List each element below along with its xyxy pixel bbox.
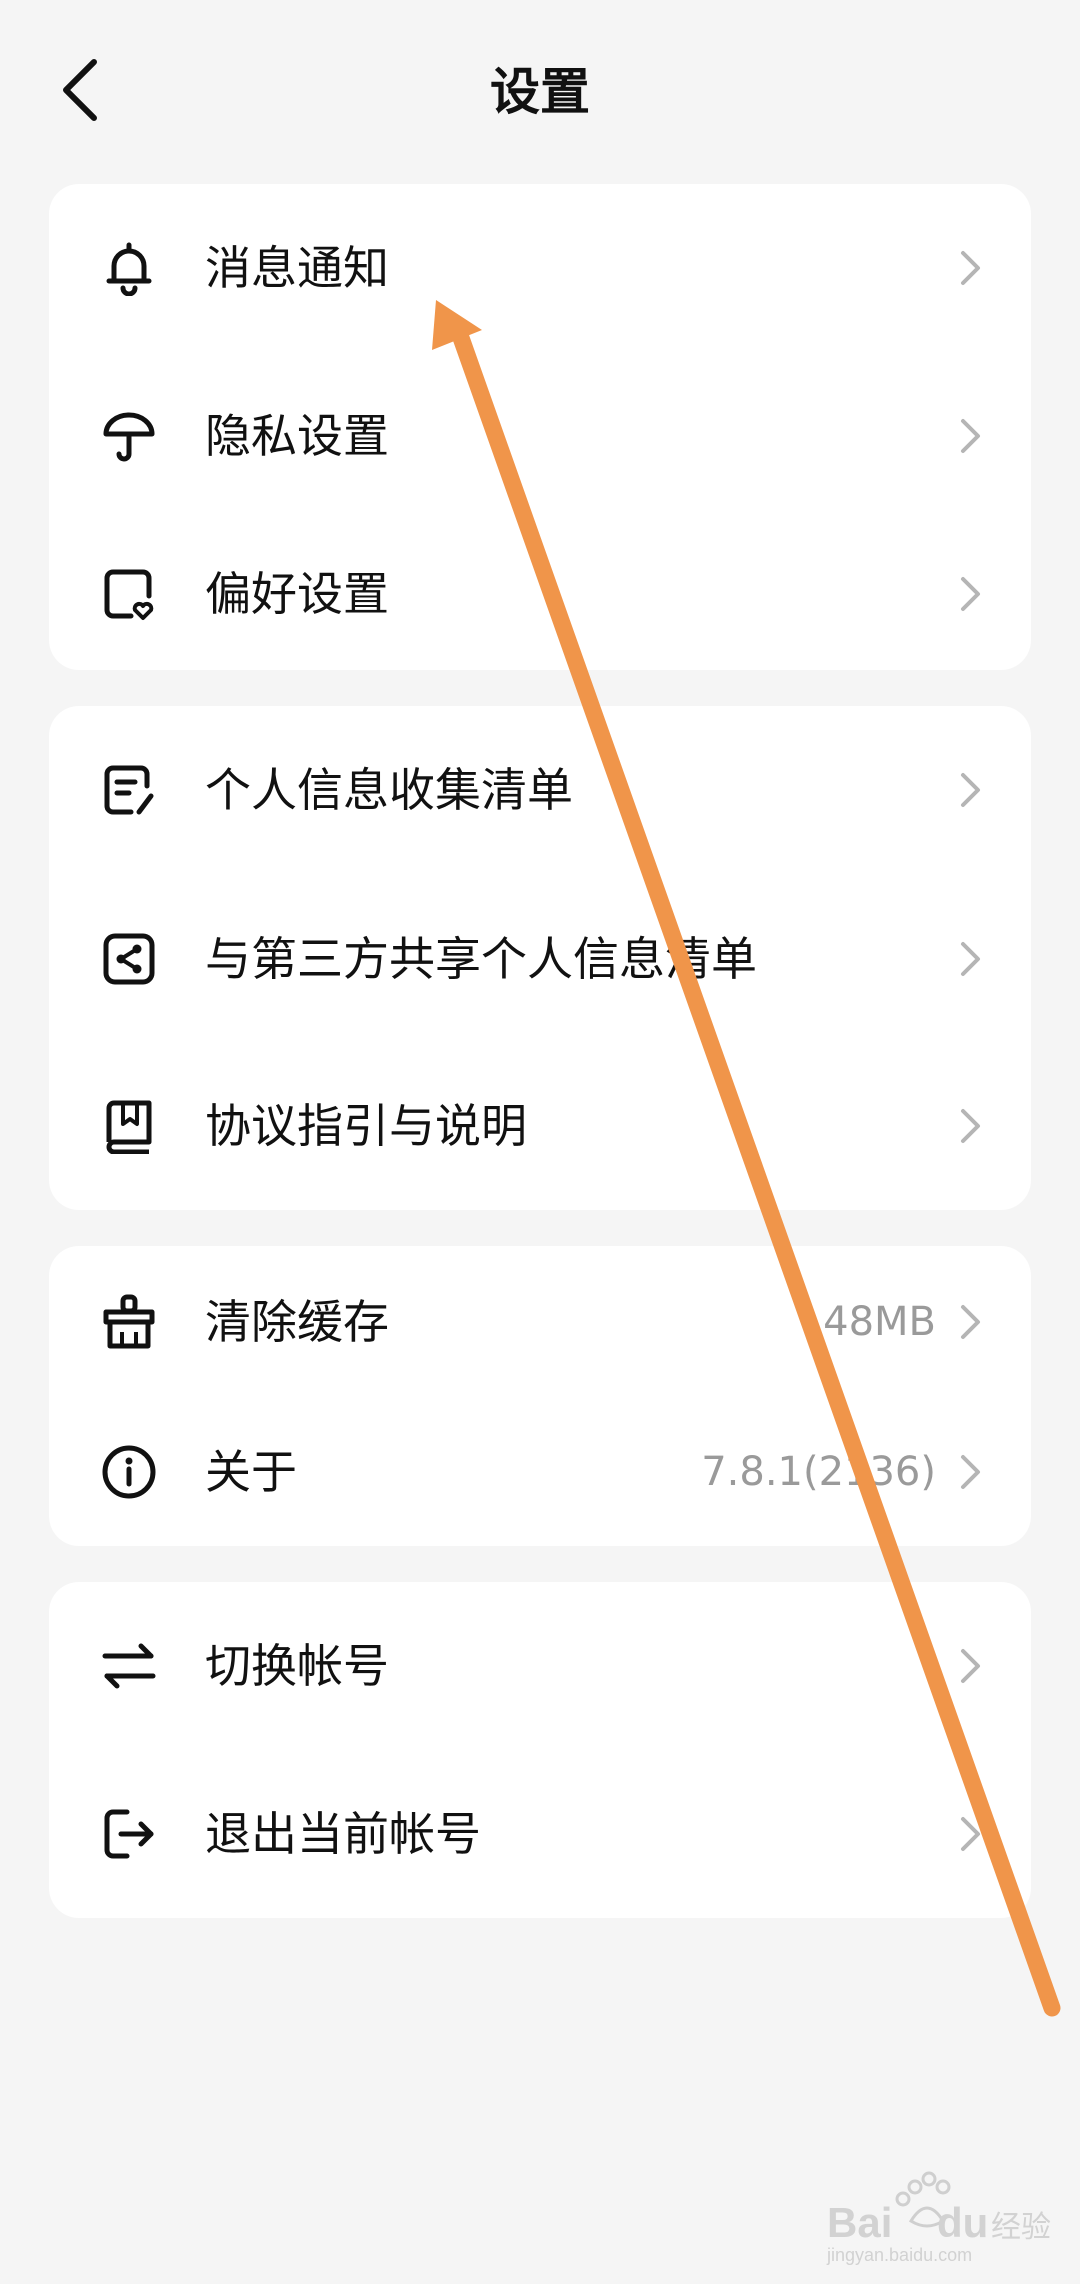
umbrella-icon — [101, 408, 157, 464]
settings-item-label: 个人信息收集清单 — [205, 763, 573, 817]
svg-text:经验: 经验 — [991, 2210, 1051, 2245]
edit-document-icon — [101, 762, 157, 818]
chevron-right-icon — [959, 1647, 983, 1685]
heart-document-icon — [101, 566, 157, 622]
page-title: 设置 — [490, 63, 590, 121]
share-icon — [101, 931, 157, 987]
settings-item-label: 协议指引与说明 — [205, 1099, 527, 1153]
baidu-jingyan-watermark: Bai du 经验 jingyan.baidu.com — [825, 2165, 1055, 2265]
svg-text:jingyan.baidu.com: jingyan.baidu.com — [826, 2245, 972, 2265]
settings-item-label: 与第三方共享个人信息清单 — [205, 932, 757, 986]
settings-item-label: 消息通知 — [205, 241, 389, 295]
settings-item-privacy[interactable]: 隐私设置 — [49, 380, 1031, 490]
info-icon — [101, 1444, 157, 1500]
switch-arrows-icon — [101, 1638, 157, 1694]
chevron-right-icon — [959, 1107, 983, 1145]
svg-text:Bai: Bai — [827, 2199, 892, 2246]
settings-item-about[interactable]: 关于 7.8.1(2136) — [49, 1416, 1031, 1526]
book-icon — [101, 1098, 157, 1154]
chevron-right-icon — [959, 1815, 983, 1853]
svg-text:du: du — [937, 2199, 988, 2246]
chevron-right-icon — [959, 249, 983, 287]
logout-icon — [101, 1806, 157, 1862]
app-version-value: 7.8.1(2136) — [701, 1449, 936, 1495]
settings-item-clear-cache[interactable]: 清除缓存 48MB — [49, 1266, 1031, 1376]
settings-item-notifications[interactable]: 消息通知 — [49, 212, 1031, 322]
chevron-right-icon — [959, 417, 983, 455]
settings-item-label: 切换帐号 — [205, 1639, 389, 1693]
settings-item-label: 隐私设置 — [205, 409, 389, 463]
chevron-right-icon — [959, 1303, 983, 1341]
settings-item-preferences[interactable]: 偏好设置 — [49, 538, 1031, 648]
cache-size-value: 48MB — [823, 1299, 936, 1345]
chevron-right-icon — [959, 771, 983, 809]
settings-item-logout[interactable]: 退出当前帐号 — [49, 1778, 1031, 1888]
settings-item-info-collection[interactable]: 个人信息收集清单 — [49, 734, 1031, 844]
broom-icon — [101, 1294, 157, 1350]
chevron-right-icon — [959, 940, 983, 978]
settings-item-third-party-sharing[interactable]: 与第三方共享个人信息清单 — [49, 903, 1031, 1013]
settings-screen: 设置 消息通知 隐私设置 偏好设置 个人信息收集清单 与第三方共享个人信息清单 … — [0, 0, 1080, 2284]
settings-item-switch-account[interactable]: 切换帐号 — [49, 1610, 1031, 1720]
bell-icon — [101, 240, 157, 296]
settings-item-label: 偏好设置 — [205, 567, 389, 621]
app-header: 设置 — [0, 0, 1080, 175]
settings-item-label: 清除缓存 — [205, 1295, 389, 1349]
chevron-right-icon — [959, 575, 983, 613]
settings-item-label: 退出当前帐号 — [205, 1807, 481, 1861]
settings-item-label: 关于 — [205, 1445, 297, 1499]
chevron-right-icon — [959, 1453, 983, 1491]
settings-item-agreements[interactable]: 协议指引与说明 — [49, 1070, 1031, 1180]
